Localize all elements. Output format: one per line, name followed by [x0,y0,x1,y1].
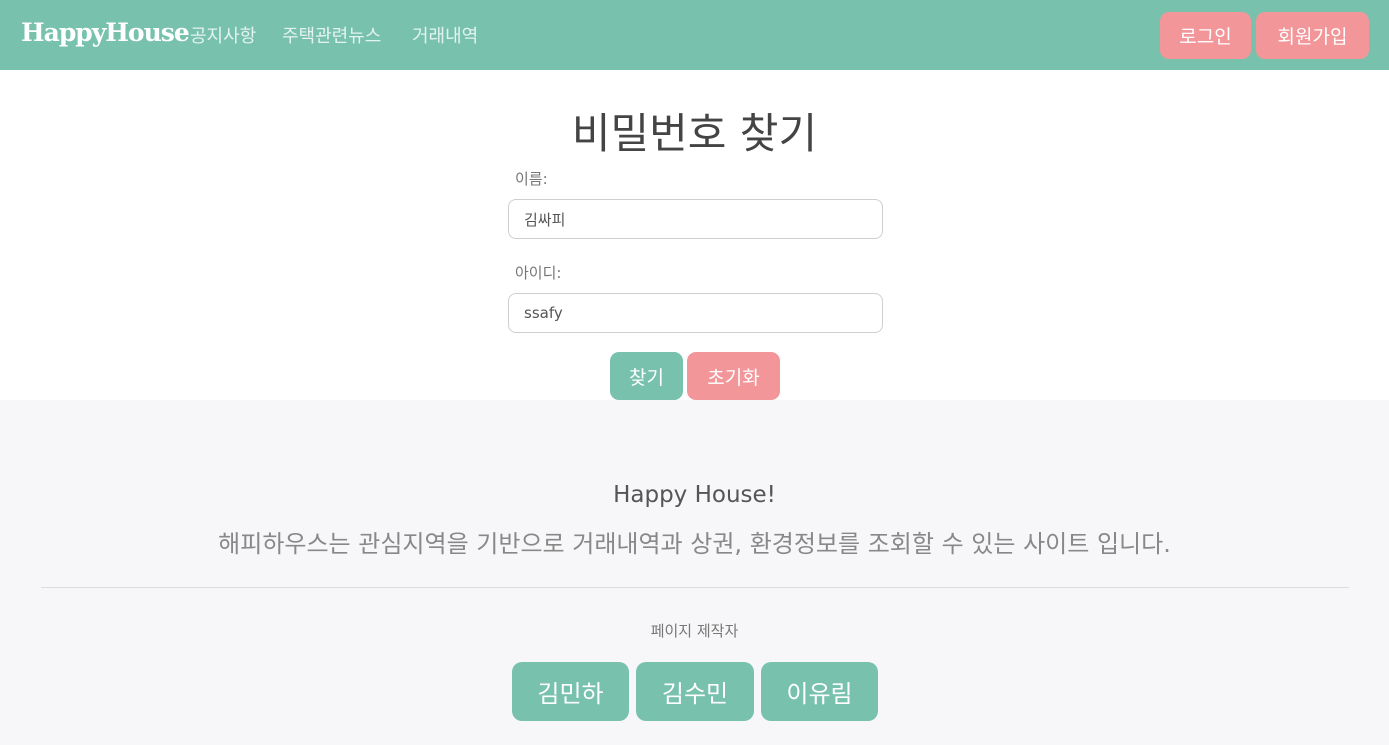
footer-description: 해피하우스는 관심지역을 기반으로 거래내역과 상권, 환경정보를 조회할 수 … [218,530,1171,558]
brand-logo[interactable]: HappyHouse [21,18,190,47]
id-input[interactable] [508,293,883,333]
page-title: 비밀번호 찾기 [571,109,818,158]
id-label: 아이디: [515,264,562,282]
nav-link-news[interactable]: 주택관련뉴스 [282,22,381,48]
nav-link-notice[interactable]: 공지사항 [190,22,256,48]
makers-label: 페이지 제작자 [650,622,739,640]
name-label: 이름: [515,170,548,188]
nav-link-transactions[interactable]: 거래내역 [412,22,478,48]
maker-button-kim-minha[interactable]: 김민하 [512,662,629,721]
login-button[interactable]: 로그인 [1160,12,1251,59]
name-input[interactable] [508,199,883,239]
navbar: HappyHouse 공지사항 주택관련뉴스 거래내역 로그인 회원가입 [0,0,1389,70]
find-button[interactable]: 찾기 [610,352,683,400]
footer-divider [41,587,1349,588]
footer: Happy House! 해피하우스는 관심지역을 기반으로 거래내역과 상권,… [0,400,1389,745]
signup-button[interactable]: 회원가입 [1256,12,1369,59]
maker-button-lee-yurim[interactable]: 이유림 [761,662,878,721]
reset-button[interactable]: 초기화 [687,352,780,400]
maker-button-kim-sumin[interactable]: 김수민 [636,662,754,721]
footer-title: Happy House! [613,482,776,508]
